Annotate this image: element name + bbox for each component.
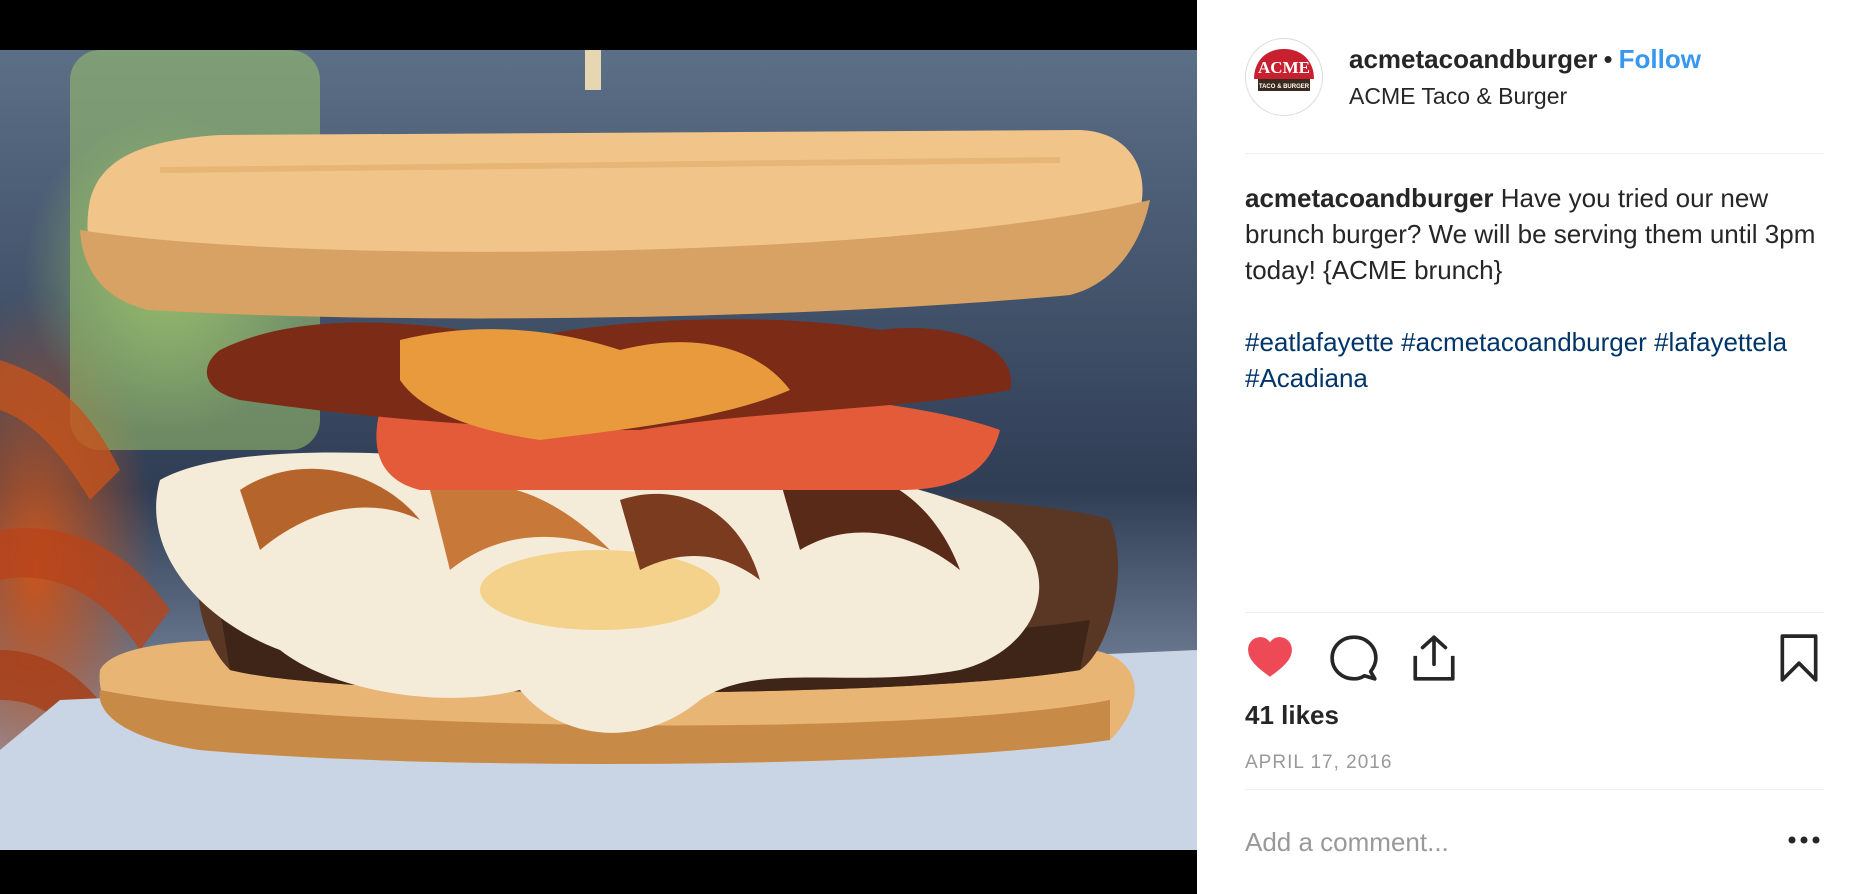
more-options-icon [1788,836,1820,844]
burger-illustration [0,50,1197,850]
share-upload-icon [1413,635,1455,681]
header-top-line: acmetacoandburger • Follow [1349,44,1701,75]
share-button[interactable] [1409,633,1459,683]
post-info-panel: ACME TACO & BURGER acmetacoandburger • Fol… [1197,0,1862,894]
likes-count[interactable]: 41 likes [1245,700,1339,731]
post-date: APRIL 17, 2016 [1245,752,1393,773]
post-header: ACME TACO & BURGER acmetacoandburger • Fol… [1245,34,1824,154]
hashtag-list: #eatlafayette #acmetacoandburger #lafaye… [1245,324,1825,396]
save-button[interactable] [1774,633,1824,683]
comment-bar [1245,789,1824,894]
media-panel [0,0,1197,894]
action-bar [1245,612,1824,692]
logo-bottom-text: TACO & BURGER [1259,84,1310,90]
comment-bubble-icon [1330,635,1378,681]
more-options-button[interactable] [1784,820,1824,860]
comment-button[interactable] [1329,633,1379,683]
separator-dot: • [1603,44,1613,74]
logo-top-text: ACME [1258,58,1310,77]
header-text: acmetacoandburger • Follow ACME Taco & Bur… [1349,44,1701,110]
acme-logo: ACME TACO & BURGER [1248,41,1320,113]
caption-username[interactable]: acmetacoandburger [1245,183,1494,213]
hashtag-link[interactable]: #acmetacoandburger [1401,327,1647,357]
account-username[interactable]: acmetacoandburger [1349,44,1598,74]
caption-body: acmetacoandburger Have you tried our new… [1245,180,1825,288]
location-link[interactable]: ACME Taco & Burger [1349,83,1701,110]
post-caption: acmetacoandburger Have you tried our new… [1245,180,1825,396]
comment-input[interactable] [1245,820,1725,864]
instagram-post: ACME TACO & BURGER acmetacoandburger • Fol… [0,0,1862,894]
follow-button[interactable]: Follow [1619,44,1701,74]
hashtag-link[interactable]: #lafayettela [1654,327,1787,357]
heart-filled-icon [1248,637,1292,677]
hashtag-link[interactable]: #Acadiana [1245,363,1368,393]
hashtag-link[interactable]: #eatlafayette [1245,327,1394,357]
like-button[interactable] [1245,633,1295,683]
post-photo[interactable] [0,50,1197,850]
bookmark-icon [1780,634,1818,682]
account-avatar[interactable]: ACME TACO & BURGER [1245,38,1323,116]
